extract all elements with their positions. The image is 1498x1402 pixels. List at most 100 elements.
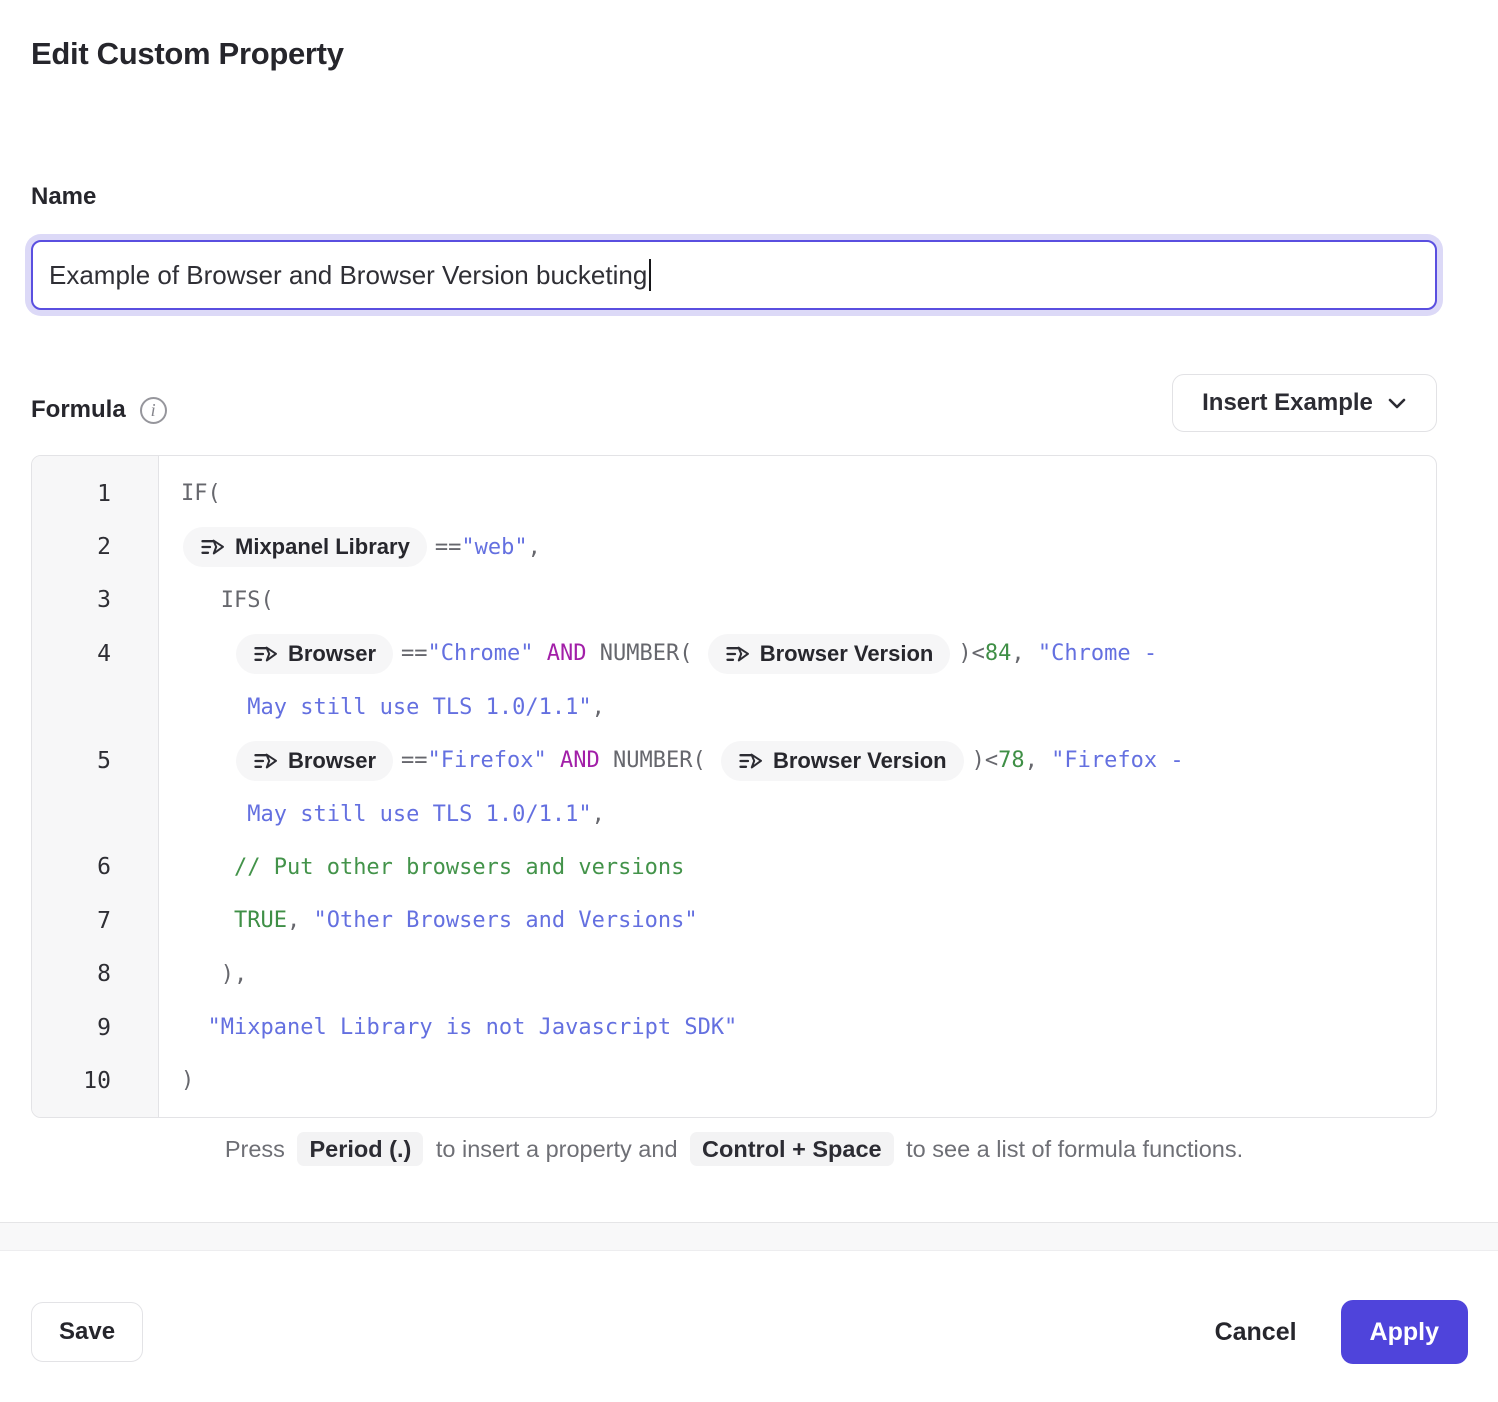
code-content: Browser =="Firefox" AND NUMBER( Browser V… xyxy=(158,741,1184,781)
line-number: 8 xyxy=(32,961,158,987)
code-token xyxy=(534,641,547,666)
code-token xyxy=(181,908,234,933)
code-content: May still use TLS 1.0/1.1", xyxy=(158,695,605,720)
property-icon xyxy=(253,644,278,664)
property-icon xyxy=(738,751,763,771)
code-token xyxy=(181,748,234,773)
code-token: 84 xyxy=(985,641,1012,666)
page-title: Edit Custom Property xyxy=(31,36,344,72)
code-line: 5 Browser =="Firefox" AND NUMBER( Browser… xyxy=(32,734,1436,787)
code-token: )< xyxy=(958,641,985,666)
code-token: "web" xyxy=(461,535,527,560)
line-number: 5 xyxy=(32,748,158,774)
code-token: , xyxy=(592,695,605,720)
property-chip[interactable]: Browser Version xyxy=(708,634,951,674)
footer-divider xyxy=(0,1222,1498,1251)
property-chip-label: Browser Version xyxy=(760,643,934,665)
code-line: 4 Browser=="Chrome" AND NUMBER( Browser … xyxy=(32,627,1436,680)
property-chip[interactable]: Mixpanel Library xyxy=(183,527,427,567)
code-token: , xyxy=(1025,748,1052,773)
code-token xyxy=(181,802,247,827)
code-token: AND xyxy=(560,748,600,773)
property-icon xyxy=(253,751,278,771)
code-token: NUMBER( xyxy=(600,748,719,773)
kbd-period: Period (.) xyxy=(297,1132,423,1166)
code-token: IF( xyxy=(181,481,221,506)
code-token: IFS( xyxy=(181,588,274,613)
code-token: , xyxy=(287,908,314,933)
code-token: "Other Browsers and Versions" xyxy=(313,908,697,933)
formula-code-editor[interactable]: 1IF(2Mixpanel Library=="web",3 IFS(4 Bro… xyxy=(31,455,1437,1118)
code-content: IF( xyxy=(158,481,221,506)
hint-text: to insert a property and xyxy=(436,1136,678,1162)
property-icon xyxy=(200,537,225,557)
name-input[interactable]: Example of Browser and Browser Version b… xyxy=(31,240,1437,310)
property-chip-label: Browser Version xyxy=(773,750,947,772)
code-token: May still use TLS 1.0/1.1" xyxy=(247,802,591,827)
property-chip[interactable]: Browser xyxy=(236,741,393,781)
editor-hint: Press Period (.) to insert a property an… xyxy=(31,1136,1437,1163)
name-input-value: Example of Browser and Browser Version b… xyxy=(49,260,647,291)
code-token: "Chrome - xyxy=(1038,641,1157,666)
code-token xyxy=(547,748,560,773)
code-token: NUMBER( xyxy=(587,641,706,666)
code-token xyxy=(181,855,234,880)
property-chip-label: Browser xyxy=(288,750,376,772)
apply-button[interactable]: Apply xyxy=(1341,1300,1468,1364)
info-icon[interactable]: i xyxy=(140,397,167,424)
name-label: Name xyxy=(31,183,96,211)
code-token: == xyxy=(401,748,428,773)
code-token xyxy=(181,695,247,720)
code-line: 9 "Mixpanel Library is not Javascript SD… xyxy=(32,1001,1436,1054)
code-content: TRUE, "Other Browsers and Versions" xyxy=(158,908,698,933)
code-line: 6 // Put other browsers and versions xyxy=(32,841,1436,894)
code-line: 2Mixpanel Library=="web", xyxy=(32,520,1436,573)
code-token: 78 xyxy=(998,748,1025,773)
code-token: , xyxy=(528,535,541,560)
hint-text: Press xyxy=(225,1136,285,1162)
code-line: 7 TRUE, "Other Browsers and Versions" xyxy=(32,894,1436,947)
line-number: 6 xyxy=(32,854,158,880)
code-token: // Put other browsers and versions xyxy=(234,855,684,880)
cancel-button[interactable]: Cancel xyxy=(1215,1318,1297,1347)
property-chip[interactable]: Browser Version xyxy=(721,741,964,781)
code-token: == xyxy=(401,641,428,666)
code-token: May still use TLS 1.0/1.1" xyxy=(247,695,591,720)
formula-label: Formula xyxy=(31,396,126,424)
save-button[interactable]: Save xyxy=(31,1302,143,1362)
line-number: 4 xyxy=(32,641,158,667)
code-rows: 1IF(2Mixpanel Library=="web",3 IFS(4 Bro… xyxy=(32,467,1436,1108)
code-content: May still use TLS 1.0/1.1", xyxy=(158,802,605,827)
line-number: 9 xyxy=(32,1015,158,1041)
chevron-down-icon xyxy=(1387,397,1407,410)
property-chip-label: Mixpanel Library xyxy=(235,536,410,558)
code-line: 10) xyxy=(32,1054,1436,1107)
hint-text: to see a list of formula functions. xyxy=(906,1136,1243,1162)
code-token: , xyxy=(1011,641,1038,666)
property-chip-label: Browser xyxy=(288,643,376,665)
code-token: , xyxy=(592,802,605,827)
property-icon xyxy=(725,644,750,664)
code-content: // Put other browsers and versions xyxy=(158,855,684,880)
code-line: 3 IFS( xyxy=(32,574,1436,627)
code-content: ), xyxy=(158,962,247,987)
code-content: "Mixpanel Library is not Javascript SDK" xyxy=(158,1015,737,1040)
code-token: "Chrome" xyxy=(428,641,534,666)
property-chip[interactable]: Browser xyxy=(236,634,393,674)
code-token: ) xyxy=(181,1068,194,1093)
code-line: 8 ), xyxy=(32,948,1436,1001)
line-number: 2 xyxy=(32,534,158,560)
code-token xyxy=(181,1015,208,1040)
code-token xyxy=(181,641,234,666)
code-token: "Firefox" xyxy=(428,748,547,773)
code-line: 1 IF( xyxy=(32,467,1436,520)
code-token: TRUE xyxy=(234,908,287,933)
insert-example-button[interactable]: Insert Example xyxy=(1172,374,1437,432)
code-content: ) xyxy=(158,1068,194,1093)
line-number: 10 xyxy=(32,1068,158,1094)
line-number: 1 xyxy=(32,481,158,507)
code-content: Mixpanel Library=="web", xyxy=(158,527,541,567)
insert-example-label: Insert Example xyxy=(1202,389,1373,417)
line-number: 7 xyxy=(32,908,158,934)
code-line: May still use TLS 1.0/1.1", xyxy=(32,681,1436,734)
